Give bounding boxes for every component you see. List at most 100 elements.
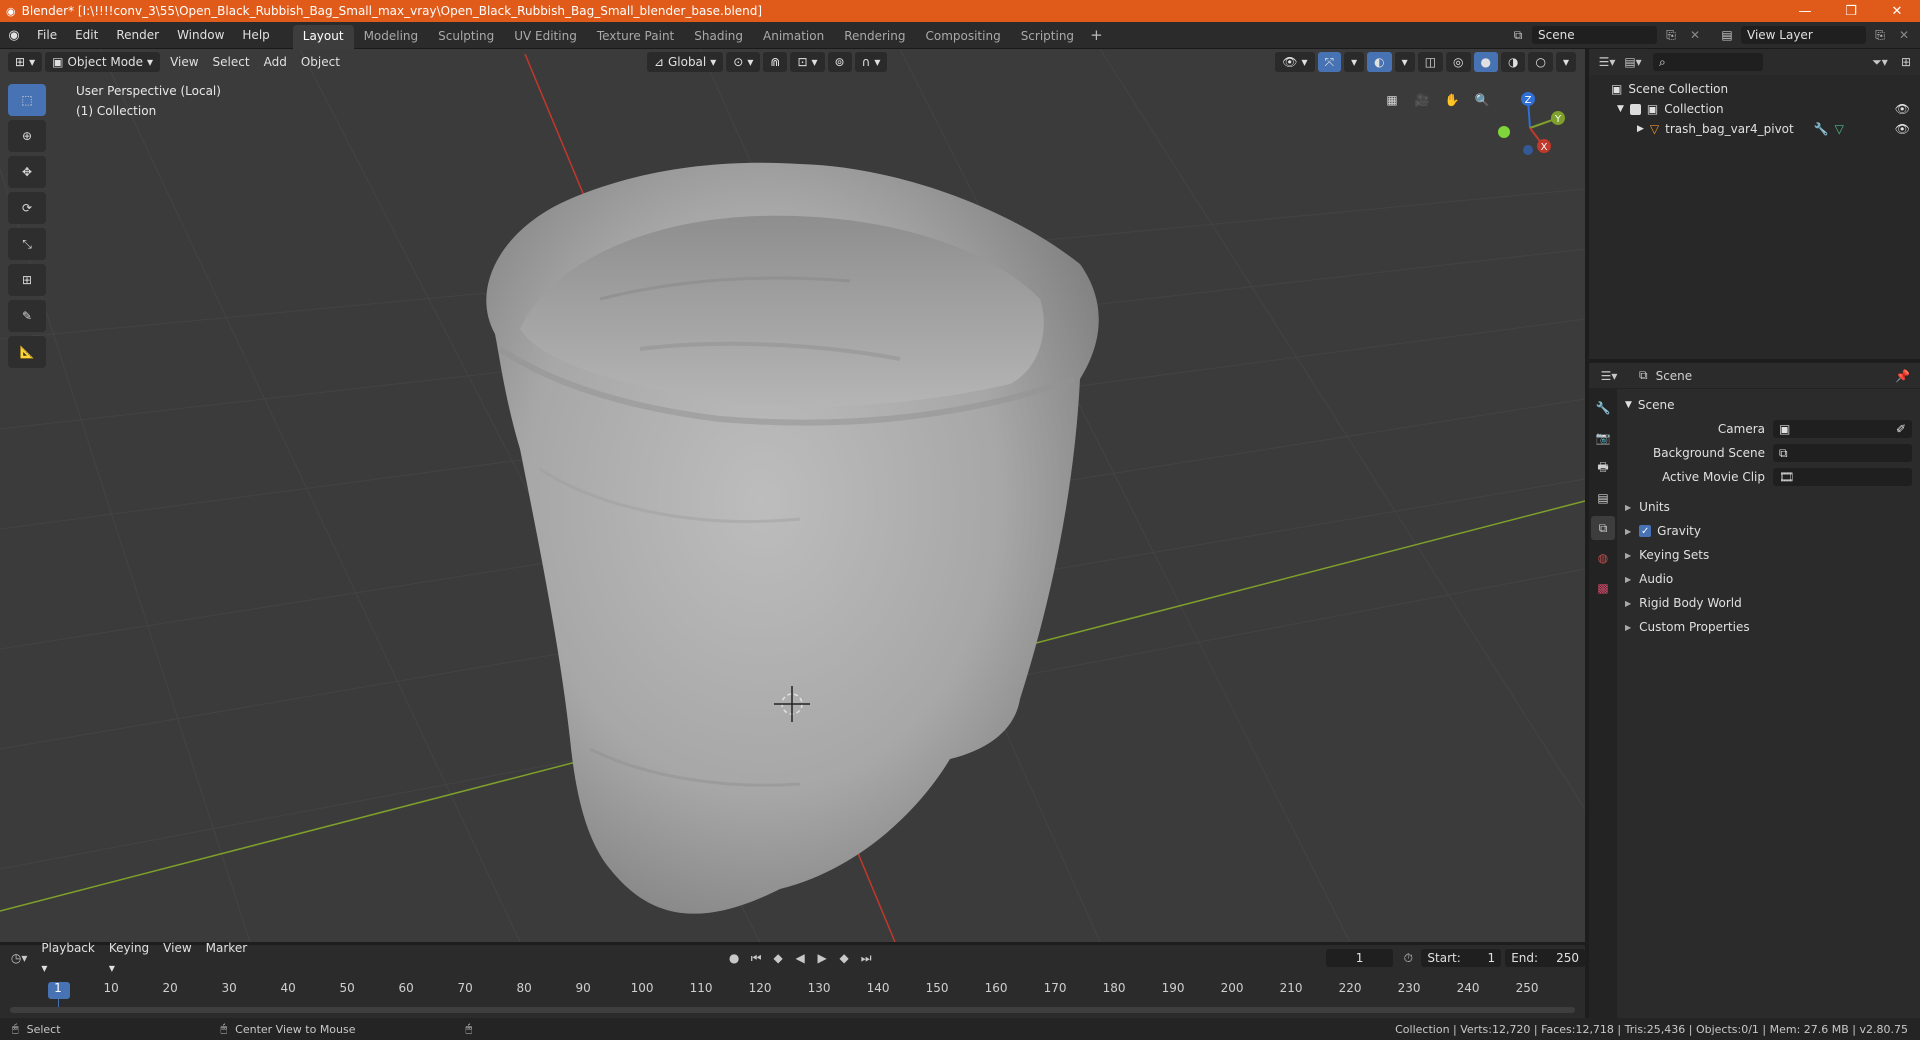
viewport-menu-select[interactable]: Select (206, 52, 257, 72)
shading-options[interactable]: ▾ (1555, 52, 1576, 72)
object-row[interactable]: ▶ ▽ trash_bag_var4_pivot 🔧 ▽ 👁 (1589, 119, 1920, 139)
scale-tool[interactable]: ⤡ (8, 228, 46, 260)
tab-compositing[interactable]: Compositing (915, 25, 1010, 49)
delete-view-layer-icon[interactable]: ✕ (1894, 26, 1914, 44)
outliner-editor-type-button[interactable]: ☰ ▾ (1597, 53, 1617, 71)
viewport-menu-object[interactable]: Object (294, 52, 347, 72)
material-shading-button[interactable]: ◑ (1501, 52, 1526, 72)
world-tab[interactable]: ◍ (1591, 546, 1615, 570)
new-scene-icon[interactable]: ⎘ (1661, 26, 1681, 44)
render-tab[interactable]: 📷 (1591, 426, 1615, 450)
view-layer-field[interactable]: View Layer (1741, 26, 1866, 44)
tab-texture-paint[interactable]: Texture Paint (587, 25, 684, 49)
scene-tab[interactable]: ⧉ (1591, 516, 1615, 540)
camera-field[interactable]: ▣ ✐ (1773, 420, 1912, 438)
mode-selector[interactable]: ▣ Object Mode ▾ (45, 52, 161, 72)
pin-icon[interactable]: 📌 (1895, 369, 1910, 383)
wireframe-shading-button[interactable]: ◎ (1446, 52, 1471, 72)
background-scene-field[interactable]: ⧉ (1773, 444, 1912, 462)
tab-scripting[interactable]: Scripting (1011, 25, 1084, 49)
rotate-tool[interactable]: ⟳ (8, 192, 46, 224)
gizmo-neg-y-axis[interactable] (1498, 126, 1510, 138)
gizmo-neg-z-axis[interactable] (1523, 145, 1533, 155)
scene-panel-header[interactable]: ▼ Scene (1625, 393, 1912, 417)
tool-tab[interactable]: 🔧 (1591, 396, 1615, 420)
viewport-menu-view[interactable]: View (163, 52, 205, 72)
viewport-menu-add[interactable]: Add (257, 52, 294, 72)
section-custom-properties[interactable]: ▶ Custom Properties (1625, 615, 1912, 639)
gizmo-options[interactable]: ▾ (1344, 52, 1365, 72)
eyedropper-icon[interactable]: ✐ (1896, 422, 1906, 436)
visibility-selector[interactable]: 👁 ▾ (1275, 52, 1315, 72)
transform-orientation-selector[interactable]: ⊿ Global ▾ (646, 52, 724, 72)
properties-editor-type-button[interactable]: ☰ ▾ (1599, 367, 1619, 385)
section-gravity[interactable]: ▶ ✓ Gravity (1625, 519, 1912, 543)
xray-toggle[interactable]: ◫ (1417, 52, 1444, 72)
cursor-tool[interactable]: ⊕ (8, 120, 46, 152)
pivot-point-selector[interactable]: ⊙ ▾ (726, 52, 761, 72)
navigation-gizmo[interactable]: Z Y X (1490, 88, 1570, 168)
rendered-shading-button[interactable]: ○ (1528, 52, 1553, 72)
new-view-layer-icon[interactable]: ⎘ (1870, 26, 1890, 44)
display-mode-button[interactable]: ▤ ▾ (1623, 53, 1643, 71)
collection-row[interactable]: ▼ ▣ Collection 👁 (1589, 99, 1920, 119)
gravity-checkbox[interactable]: ✓ (1639, 525, 1652, 537)
collection-visibility-eye-icon[interactable]: 👁 (1895, 102, 1910, 116)
scene-selector-icon[interactable]: ⧉ (1508, 26, 1528, 44)
delete-scene-icon[interactable]: ✕ (1685, 26, 1705, 44)
object-visibility-eye-icon[interactable]: 👁 (1895, 122, 1910, 136)
move-tool[interactable]: ✥ (8, 156, 46, 188)
tab-animation[interactable]: Animation (753, 25, 834, 49)
overlays-options[interactable]: ▾ (1394, 52, 1415, 72)
menu-file[interactable]: File (28, 22, 66, 49)
measure-tool[interactable]: 📐 (8, 336, 46, 368)
outliner-search-input[interactable]: ⌕ (1653, 53, 1763, 71)
transform-tool[interactable]: ⊞ (8, 264, 46, 296)
section-rigid-body-world[interactable]: ▶ Rigid Body World (1625, 591, 1912, 615)
collection-checkbox[interactable] (1629, 103, 1641, 115)
snap-target-selector[interactable]: ⊡ ▾ (790, 52, 825, 72)
camera-view-button[interactable]: 🎥 (1410, 88, 1434, 112)
tab-rendering[interactable]: Rendering (834, 25, 915, 49)
toggle-perspective-button[interactable]: ▦ (1380, 88, 1404, 112)
menu-render[interactable]: Render (107, 22, 168, 49)
new-collection-button[interactable]: ⊞ (1896, 53, 1916, 71)
tab-sculpting[interactable]: Sculpting (428, 25, 504, 49)
blender-menu-icon[interactable]: ◉ (0, 28, 28, 43)
texture-tab[interactable]: ▩ (1591, 576, 1615, 600)
minimize-button[interactable]: — (1782, 0, 1828, 22)
solid-shading-button[interactable]: ● (1473, 52, 1498, 72)
maximize-button[interactable]: ❐ (1828, 0, 1874, 22)
editor-type-button[interactable]: ⊞ ▾ (8, 52, 43, 72)
close-button[interactable]: ✕ (1874, 0, 1920, 22)
expand-arrow-icon[interactable]: ▼ (1617, 104, 1624, 114)
view-layer-tab[interactable]: ▤ (1591, 486, 1615, 510)
output-tab[interactable]: 🖶 (1591, 456, 1615, 480)
snap-toggle[interactable]: ⋒ (763, 52, 788, 72)
view-layer-selector-icon[interactable]: ▤ (1717, 26, 1737, 44)
menu-edit[interactable]: Edit (66, 22, 107, 49)
timeline-scrollbar[interactable] (10, 1007, 1575, 1013)
gizmo-toggle[interactable]: ⤧ (1317, 52, 1342, 72)
filter-button[interactable]: ⏷ ▾ (1870, 53, 1890, 71)
annotate-tool[interactable]: ✎ (8, 300, 46, 332)
tab-shading[interactable]: Shading (684, 25, 753, 49)
scene-name-field[interactable]: Scene (1532, 26, 1657, 44)
overlays-toggle[interactable]: ◐ (1367, 52, 1392, 72)
3d-viewport[interactable] (0, 49, 1585, 942)
proportional-edit-toggle[interactable]: ⊚ (827, 52, 852, 72)
tab-uv-editing[interactable]: UV Editing (504, 25, 587, 49)
section-units[interactable]: ▶ Units (1625, 495, 1912, 519)
expand-arrow-icon[interactable]: ▶ (1637, 124, 1644, 134)
modifier-wrench-icon[interactable]: 🔧 (1814, 122, 1829, 136)
pan-view-button[interactable]: ✋ (1440, 88, 1464, 112)
mesh-data-icon[interactable]: ▽ (1835, 122, 1844, 136)
menu-help[interactable]: Help (233, 22, 278, 49)
menu-window[interactable]: Window (168, 22, 233, 49)
active-movie-clip-field[interactable]: 🎞 (1773, 468, 1912, 486)
section-keying-sets[interactable]: ▶ Keying Sets (1625, 543, 1912, 567)
proportional-falloff-selector[interactable]: ∩ ▾ (854, 52, 888, 72)
section-audio[interactable]: ▶ Audio (1625, 567, 1912, 591)
select-box-tool[interactable]: ⬚ (8, 84, 46, 116)
tab-layout[interactable]: Layout (292, 24, 354, 49)
